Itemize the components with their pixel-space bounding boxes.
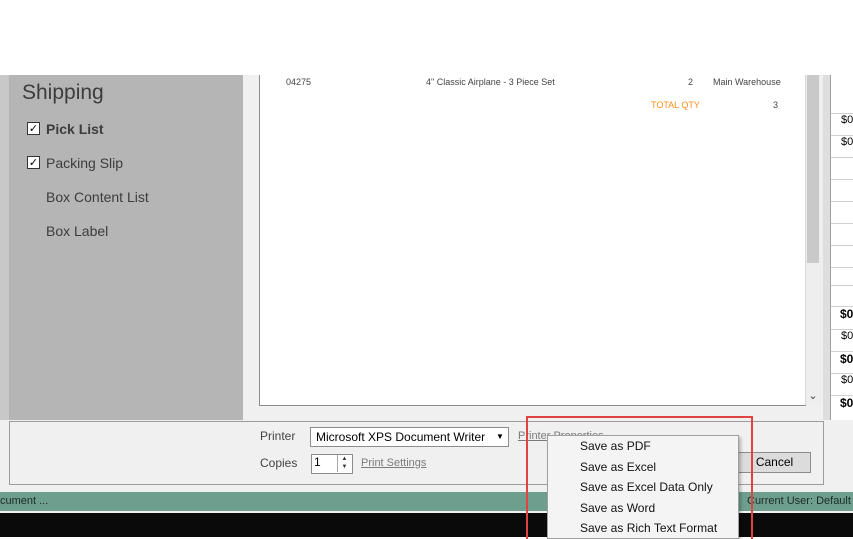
amount-cell: $0	[831, 373, 853, 395]
row-location: Main Warehouse	[713, 77, 781, 87]
report-preview	[259, 75, 806, 406]
amount-cell	[831, 245, 853, 267]
row-description: 4" Classic Airplane - 3 Piece Set	[426, 77, 555, 87]
spin-down-icon[interactable]: ▼	[338, 463, 351, 471]
amount-cell: $0	[831, 329, 853, 351]
scroll-down-icon[interactable]: ⌄	[805, 389, 821, 403]
status-text: cument ...	[0, 495, 49, 507]
current-user-text: Current User: Default U	[747, 495, 853, 507]
option-packing-slip[interactable]: Packing Slip	[46, 155, 123, 171]
amount-cell: $0	[831, 306, 853, 328]
print-settings-link[interactable]: Print Settings	[361, 457, 426, 469]
spin-up-icon[interactable]: ▲	[338, 455, 351, 463]
packing-slip-checkbox[interactable]: ✓	[27, 156, 40, 169]
amount-cell	[831, 285, 853, 307]
total-qty-label: TOTAL QTY	[651, 100, 700, 110]
highlight-box	[526, 416, 753, 539]
amount-cell	[831, 157, 853, 179]
row-sku: 04275	[286, 77, 312, 87]
option-pick-list[interactable]: Pick List	[46, 121, 104, 137]
option-box-label[interactable]: Box Label	[46, 223, 108, 239]
row-qty: 2	[688, 77, 694, 87]
option-box-content-list[interactable]: Box Content List	[46, 189, 149, 205]
amount-cell: $0	[831, 113, 853, 135]
copies-label: Copies	[260, 456, 298, 470]
amount-cell: $0	[831, 351, 853, 373]
total-qty-value: 3	[773, 100, 779, 110]
amount-cell: $0	[831, 135, 853, 157]
document-type-panel	[9, 75, 243, 420]
chevron-down-icon[interactable]: ▼	[493, 428, 507, 446]
amount-cell: $0.	[831, 395, 853, 417]
amount-cell	[831, 179, 853, 201]
printer-label: Printer	[260, 429, 296, 443]
copies-stepper[interactable]: ▲ ▼	[337, 455, 351, 472]
printer-select[interactable]: Microsoft XPS Document Writer	[310, 427, 509, 447]
amount-cell	[831, 223, 853, 245]
pick-list-checkbox[interactable]: ✓	[27, 122, 40, 135]
scrollbar-thumb[interactable]	[807, 75, 819, 263]
copies-value[interactable]: 1	[314, 455, 321, 469]
amount-cell	[831, 201, 853, 223]
panel-title: Shipping	[22, 81, 104, 104]
